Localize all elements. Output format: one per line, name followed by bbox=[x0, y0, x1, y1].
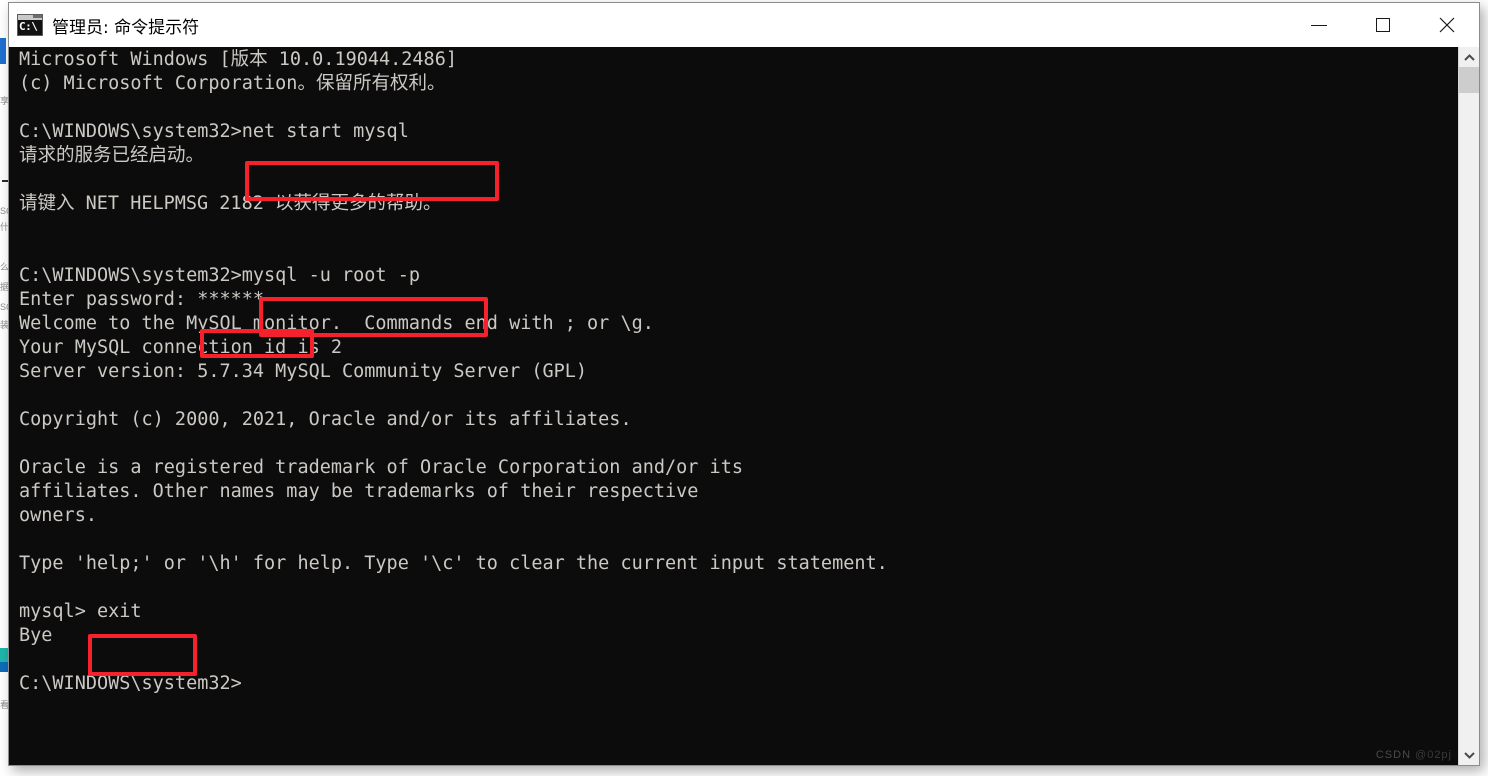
maximize-button[interactable] bbox=[1351, 3, 1415, 47]
terminal-line: 请求的服务已经启动。 bbox=[19, 145, 205, 166]
watermark-text: CSDN bbox=[1375, 749, 1412, 761]
terminal-line: Bye bbox=[19, 625, 53, 646]
terminal-line: C:\WINDOWS\system32>mysql -u root -p bbox=[19, 265, 420, 286]
terminal-line: Oracle is a registered trademark of Orac… bbox=[19, 457, 743, 478]
chevron-down-icon bbox=[1463, 751, 1475, 759]
terminal-line: C:\WINDOWS\system32> bbox=[19, 673, 242, 694]
terminal-line: Copyright (c) 2000, 2021, Oracle and/or … bbox=[19, 409, 632, 430]
terminal-line: Your MySQL connection id is 2 bbox=[19, 337, 343, 358]
vertical-scrollbar[interactable] bbox=[1458, 47, 1479, 765]
scrollbar-track[interactable] bbox=[1459, 67, 1479, 745]
terminal-output-area[interactable]: Microsoft Windows [版本 10.0.19044.2486] (c… bbox=[9, 47, 1458, 765]
terminal-line: (c) Microsoft Corporation。保留所有权利。 bbox=[19, 73, 446, 94]
desktop-background: 享 SQ 什么 么是 据库 SQ 装M 看其 C:\ 管理员: 命令提示符 bbox=[0, 0, 1488, 776]
cmd-icon-prompt-text: C:\ bbox=[19, 20, 38, 33]
terminal-line: Enter password: ****** bbox=[19, 289, 265, 310]
window-title: 管理员: 命令提示符 bbox=[52, 17, 200, 38]
terminal-line: Server version: 5.7.34 MySQL Community S… bbox=[19, 361, 588, 382]
chevron-up-icon bbox=[1463, 53, 1475, 61]
watermark: CSDN @02pj bbox=[1376, 749, 1452, 761]
terminal-line: mysql> exit bbox=[19, 601, 142, 622]
terminal-text: Microsoft Windows [版本 10.0.19044.2486] (c… bbox=[19, 48, 888, 696]
window-controls[interactable] bbox=[1287, 3, 1479, 47]
terminal-line: affiliates. Other names may be trademark… bbox=[19, 481, 699, 502]
title-bar-left: C:\ 管理员: 命令提示符 bbox=[9, 13, 199, 38]
terminal-line: C:\WINDOWS\system32>net start mysql bbox=[19, 121, 409, 142]
terminal-line: owners. bbox=[19, 505, 97, 526]
minimize-icon bbox=[1311, 24, 1327, 26]
minimize-button[interactable] bbox=[1287, 3, 1351, 47]
terminal-line: Welcome to the MySQL monitor. Commands e… bbox=[19, 313, 654, 334]
bg-accent-bar bbox=[0, 38, 6, 64]
scroll-up-button[interactable] bbox=[1459, 47, 1479, 67]
terminal-line: 请键入 NET HELPMSG 2182 以获得更多的帮助。 bbox=[19, 193, 442, 214]
close-button[interactable] bbox=[1415, 3, 1479, 47]
scrollbar-thumb[interactable] bbox=[1459, 67, 1479, 93]
title-bar[interactable]: C:\ 管理员: 命令提示符 bbox=[9, 3, 1479, 47]
terminal-line: Microsoft Windows [版本 10.0.19044.2486] bbox=[19, 49, 457, 70]
scroll-down-button[interactable] bbox=[1459, 745, 1479, 765]
watermark-tag: @02pj bbox=[1415, 749, 1452, 761]
cmd-console-icon: C:\ bbox=[17, 14, 43, 36]
close-icon bbox=[1439, 17, 1455, 33]
maximize-icon bbox=[1376, 18, 1390, 32]
terminal-line: Type 'help;' or '\h' for help. Type '\c'… bbox=[19, 553, 888, 574]
console-body: Microsoft Windows [版本 10.0.19044.2486] (c… bbox=[9, 47, 1479, 765]
command-prompt-window[interactable]: C:\ 管理员: 命令提示符 Microsoft Windows [版本 10.… bbox=[8, 2, 1480, 766]
